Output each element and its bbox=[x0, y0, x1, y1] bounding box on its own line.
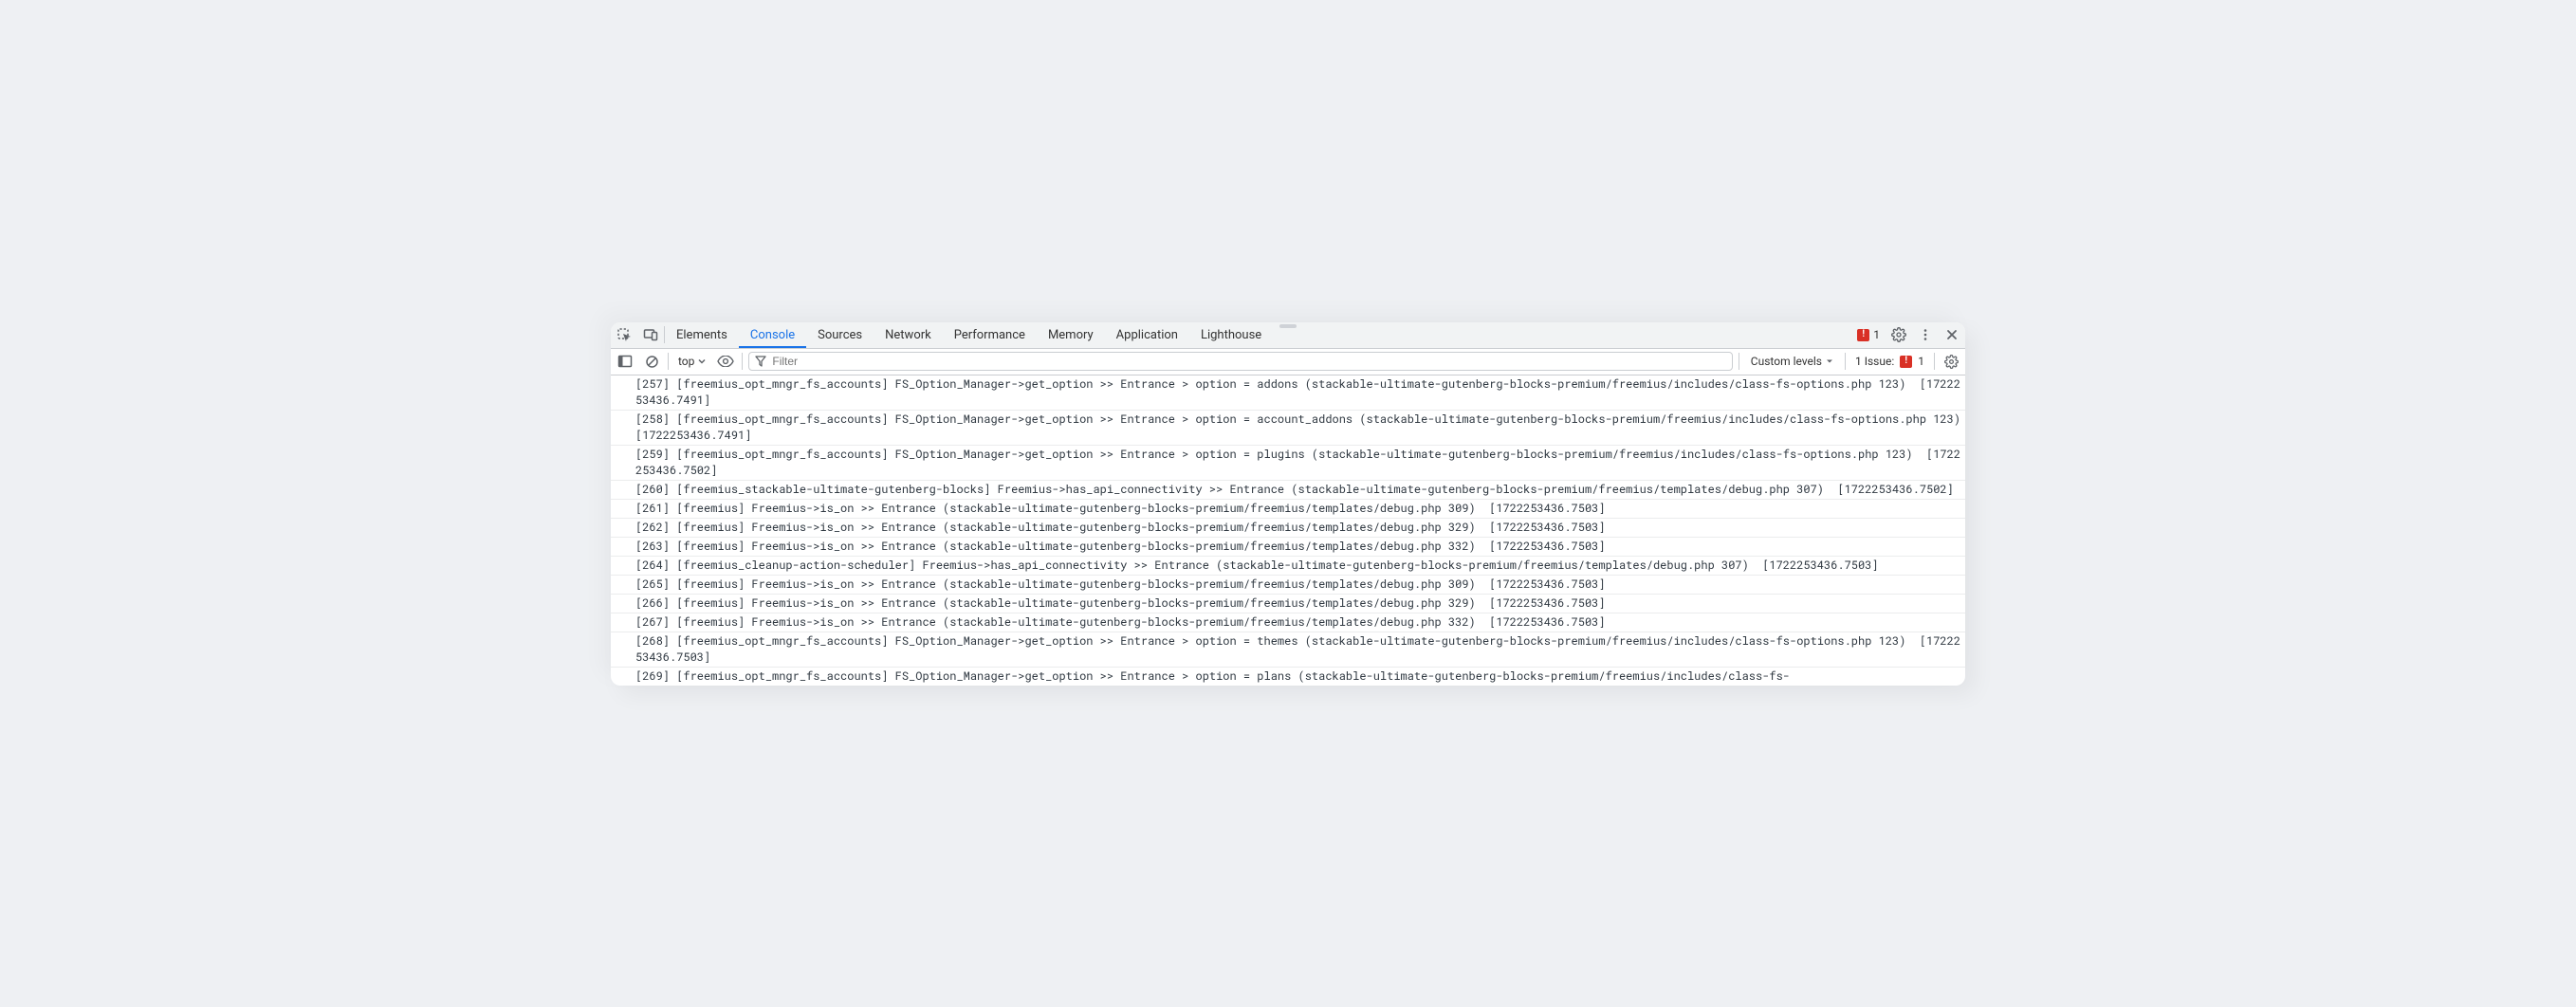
console-settings-gear-icon[interactable] bbox=[1941, 351, 1961, 372]
live-expression-eye-icon[interactable] bbox=[715, 351, 736, 372]
console-log-row[interactable]: [260] [freemius_stackable-ultimate-guten… bbox=[611, 481, 1965, 500]
issues-label: 1 Issue: bbox=[1855, 355, 1894, 368]
inspect-element-icon[interactable] bbox=[611, 322, 637, 349]
filter-box[interactable] bbox=[748, 352, 1732, 371]
tab-sources[interactable]: Sources bbox=[806, 322, 874, 349]
console-log-row[interactable]: [261] [freemius] Freemius->is_on >> Entr… bbox=[611, 500, 1965, 519]
console-log-row[interactable]: [258] [freemius_opt_mngr_fs_accounts] FS… bbox=[611, 411, 1965, 446]
issues-counter[interactable]: 1 Issue: ! 1 bbox=[1851, 355, 1928, 368]
tab-console[interactable]: Console bbox=[739, 322, 806, 349]
console-log-row[interactable]: [263] [freemius] Freemius->is_on >> Entr… bbox=[611, 538, 1965, 557]
error-icon: ! bbox=[1900, 356, 1912, 368]
log-levels-selector[interactable]: Custom levels bbox=[1745, 355, 1839, 368]
divider bbox=[1845, 353, 1846, 370]
divider bbox=[668, 353, 669, 370]
console-log-row[interactable]: [266] [freemius] Freemius->is_on >> Entr… bbox=[611, 595, 1965, 613]
filter-funnel-icon bbox=[755, 356, 766, 367]
context-label: top bbox=[678, 355, 694, 368]
divider bbox=[742, 353, 743, 370]
console-log-row[interactable]: [268] [freemius_opt_mngr_fs_accounts] FS… bbox=[611, 632, 1965, 668]
console-log-row[interactable]: [262] [freemius] Freemius->is_on >> Entr… bbox=[611, 519, 1965, 538]
device-toolbar-icon[interactable] bbox=[637, 322, 664, 349]
tab-performance[interactable]: Performance bbox=[943, 322, 1037, 349]
console-toolbar: top Custom levels 1 Issue: ! 1 bbox=[611, 349, 1965, 375]
console-log-list[interactable]: [257] [freemius_opt_mngr_fs_accounts] FS… bbox=[611, 375, 1965, 686]
sidebar-toggle-icon[interactable] bbox=[615, 351, 635, 372]
tab-lighthouse[interactable]: Lighthouse bbox=[1189, 322, 1273, 349]
tab-network[interactable]: Network bbox=[874, 322, 943, 349]
console-log-row[interactable]: [269] [freemius_opt_mngr_fs_accounts] FS… bbox=[611, 668, 1965, 686]
error-count-value: 1 bbox=[1873, 328, 1880, 341]
issues-count: 1 bbox=[1918, 355, 1924, 368]
close-devtools-icon[interactable] bbox=[1939, 322, 1965, 349]
log-levels-label: Custom levels bbox=[1751, 355, 1822, 368]
console-log-row[interactable]: [264] [freemius_cleanup-action-scheduler… bbox=[611, 557, 1965, 576]
tab-application[interactable]: Application bbox=[1105, 322, 1189, 349]
tab-memory[interactable]: Memory bbox=[1037, 322, 1105, 349]
console-log-row[interactable]: [267] [freemius] Freemius->is_on >> Entr… bbox=[611, 613, 1965, 632]
devtools-window: Elements Console Sources Network Perform… bbox=[611, 322, 1965, 686]
console-log-row[interactable]: [257] [freemius_opt_mngr_fs_accounts] FS… bbox=[611, 375, 1965, 411]
settings-gear-icon[interactable] bbox=[1886, 322, 1912, 349]
clear-console-icon[interactable] bbox=[641, 351, 662, 372]
more-menu-icon[interactable] bbox=[1912, 322, 1939, 349]
console-log-row[interactable]: [265] [freemius] Freemius->is_on >> Entr… bbox=[611, 576, 1965, 595]
drag-handle[interactable] bbox=[1274, 322, 1302, 328]
context-selector[interactable]: top bbox=[674, 355, 709, 368]
error-icon: ! bbox=[1857, 329, 1869, 341]
filter-input[interactable] bbox=[772, 355, 1725, 368]
divider bbox=[1934, 353, 1935, 370]
chevron-down-icon bbox=[698, 357, 706, 365]
console-log-row[interactable]: [259] [freemius_opt_mngr_fs_accounts] FS… bbox=[611, 446, 1965, 481]
chevron-down-icon bbox=[1826, 357, 1833, 365]
tab-elements[interactable]: Elements bbox=[665, 322, 739, 349]
error-count-badge[interactable]: ! 1 bbox=[1857, 328, 1880, 341]
